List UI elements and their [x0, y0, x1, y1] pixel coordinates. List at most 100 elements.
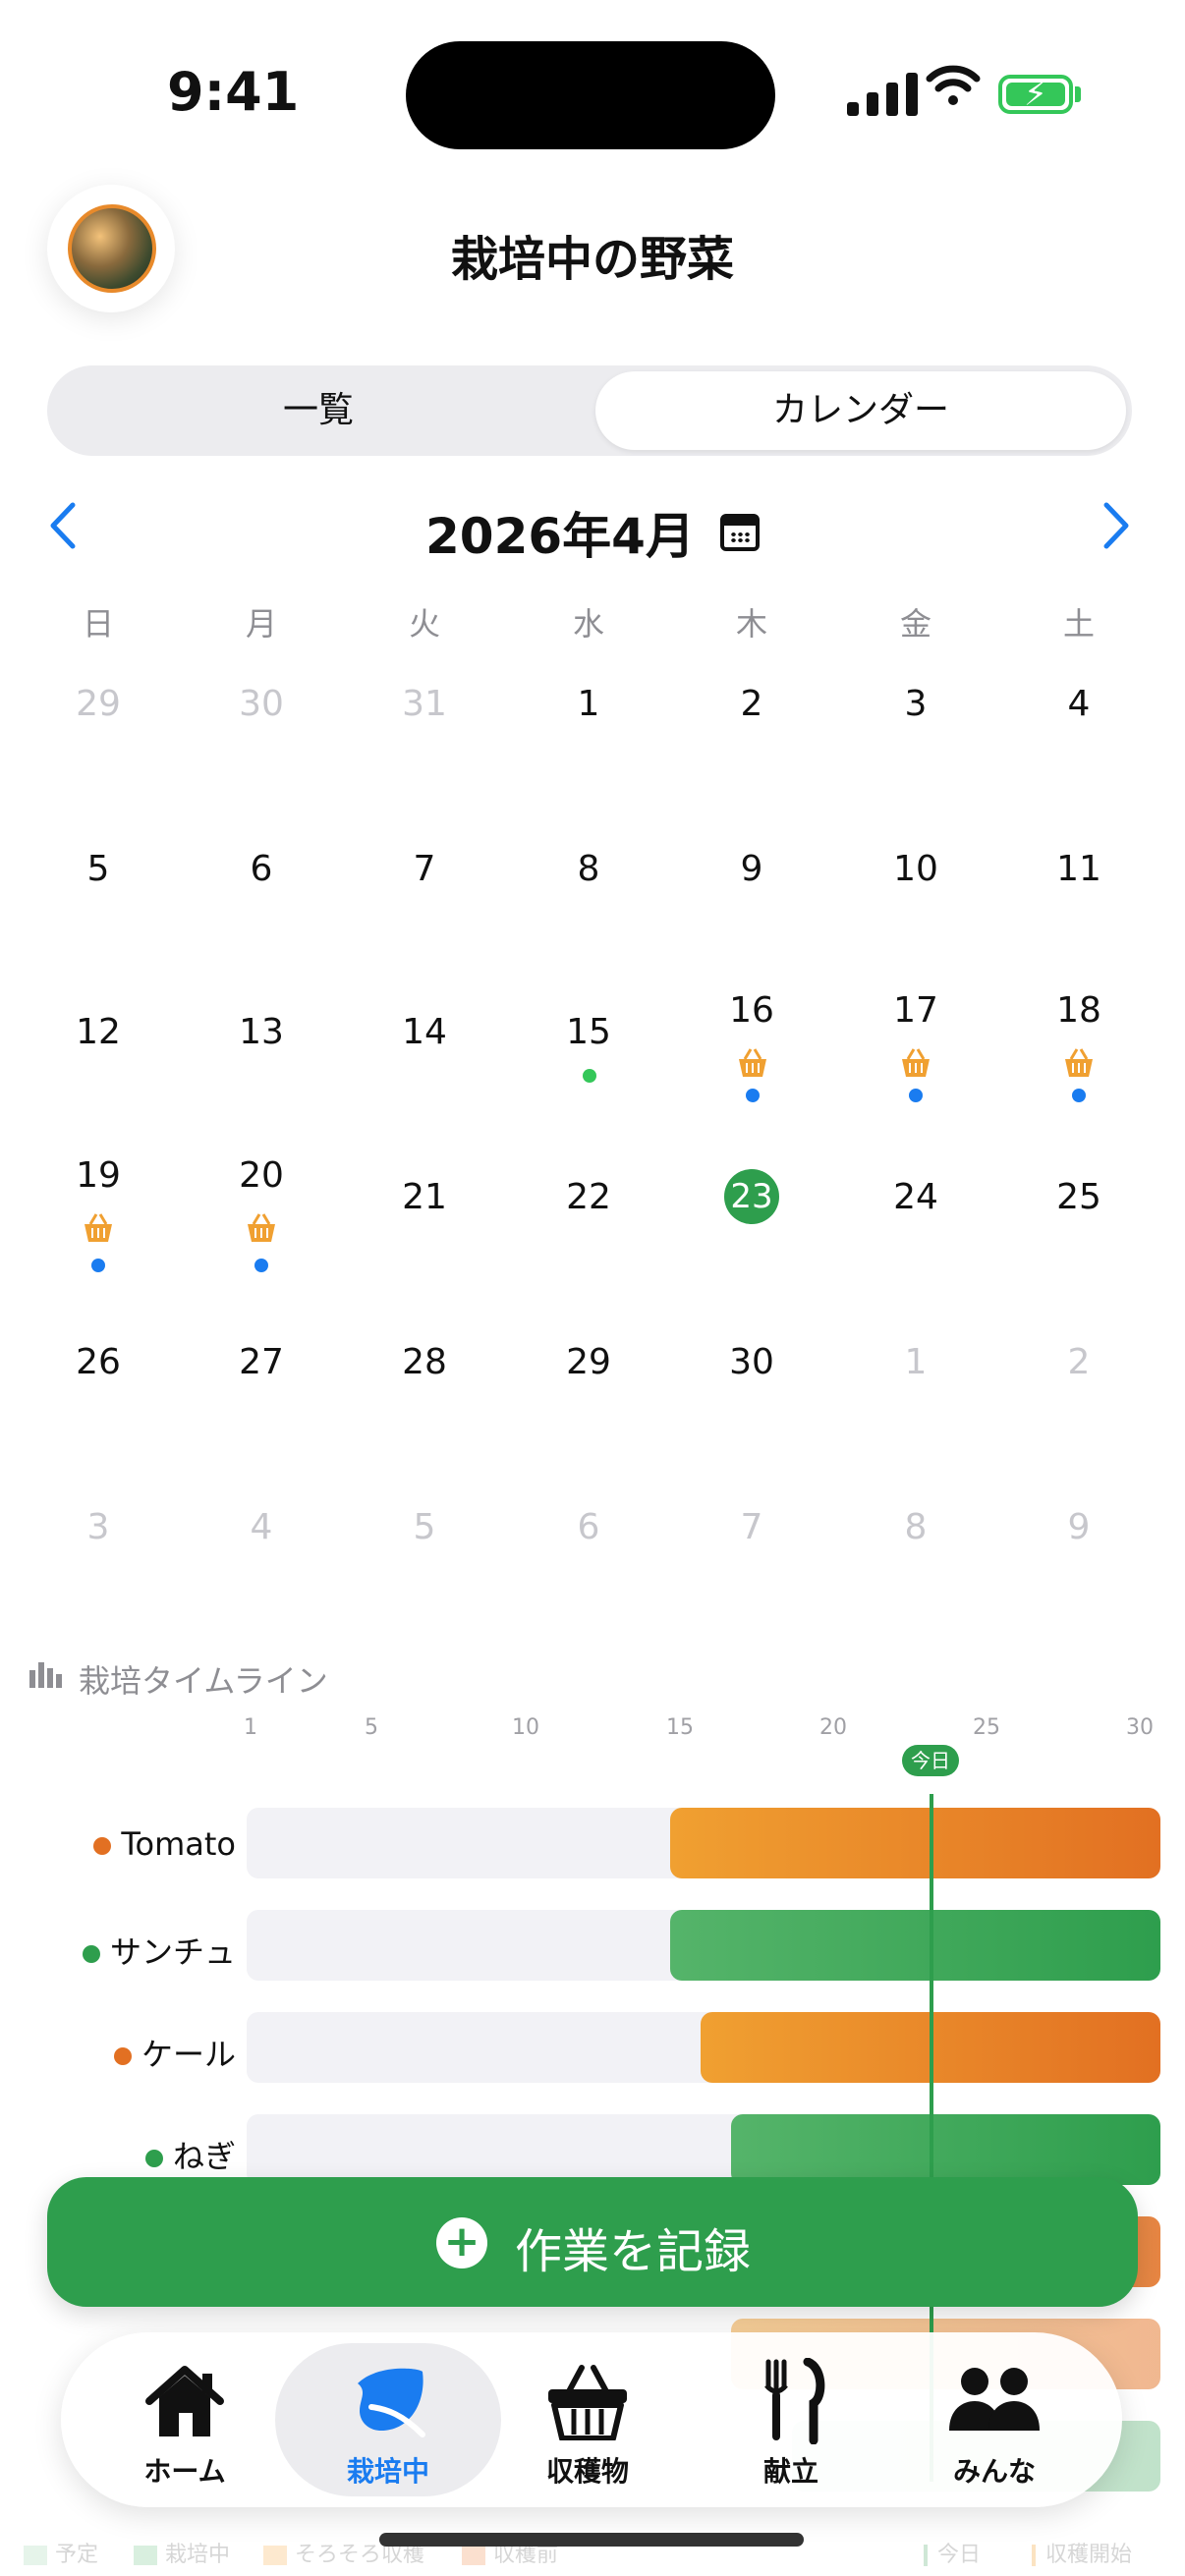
calendar-day[interactable]: 6 — [507, 1507, 670, 1547]
calendar-day[interactable]: 24 — [834, 1177, 997, 1217]
legend-label: 収穫開始 — [1045, 2543, 1133, 2567]
plus-icon: + — [436, 2217, 487, 2268]
calendar-day[interactable]: 2 — [670, 684, 833, 724]
month-header: 2026年4月 — [0, 497, 1185, 568]
calendar-day[interactable]: 12 — [17, 1012, 180, 1052]
axis-tick: 25 — [973, 1715, 1000, 1740]
calendar-day[interactable]: 30 — [670, 1342, 833, 1382]
calendar-day[interactable]: 4 — [180, 1507, 343, 1547]
timeline-row-label[interactable]: ケール — [20, 2030, 236, 2075]
calendar-day[interactable]: 1 — [507, 684, 670, 724]
weekday-sat: 土 — [1062, 605, 1095, 643]
calendar-day[interactable]: 30 — [180, 684, 343, 724]
calendar-day[interactable]: 14 — [343, 1012, 506, 1052]
segment-list[interactable]: 一覧 — [47, 365, 590, 456]
event-dot — [909, 1089, 923, 1102]
calendar-day[interactable]: 26 — [17, 1342, 180, 1382]
calendar-day[interactable]: 10 — [834, 849, 997, 889]
legend-label: 予定 — [55, 2543, 99, 2567]
month-title: 2026年4月 — [425, 508, 695, 565]
timeline-bar[interactable] — [670, 1808, 1160, 1878]
wifi-icon — [926, 65, 981, 105]
weekday-sun: 日 — [82, 605, 114, 643]
calendar-day[interactable]: 29 — [507, 1342, 670, 1382]
calendar-day[interactable]: 25 — [997, 1177, 1160, 1217]
crop-name: Tomato — [121, 1825, 236, 1863]
basket-icon — [548, 2365, 627, 2440]
tab-menu[interactable]: 献立 — [693, 2450, 889, 2490]
calendar-day[interactable]: 7 — [670, 1507, 833, 1547]
calendar-day[interactable]: 15 — [507, 1012, 670, 1052]
dynamic-island — [406, 41, 775, 149]
calendar-day[interactable]: 5 — [343, 1507, 506, 1547]
harvest-basket-icon — [902, 1048, 930, 1077]
cellular-signal-icon — [847, 69, 922, 116]
axis-tick: 5 — [365, 1715, 378, 1740]
leaf-icon — [358, 2368, 425, 2437]
axis-tick: 20 — [819, 1715, 847, 1740]
tab-community[interactable]: みんな — [896, 2450, 1093, 2490]
crop-name: ねぎ — [172, 2138, 236, 2175]
home-indicator[interactable] — [379, 2533, 804, 2547]
timeline-row-label[interactable]: ねぎ — [20, 2132, 236, 2177]
calendar-day[interactable]: 20 — [180, 1155, 343, 1196]
calendar-day[interactable]: 6 — [180, 849, 343, 889]
log-work-label: 作業を記録 — [515, 2224, 752, 2279]
calendar-day[interactable]: 9 — [997, 1507, 1160, 1547]
calendar-day[interactable]: 29 — [17, 684, 180, 724]
tab-harvest[interactable]: 収穫物 — [489, 2450, 686, 2490]
legend-item: 収穫開始 — [1032, 2537, 1132, 2568]
calendar-day[interactable]: 16 — [670, 990, 833, 1031]
status-dot — [93, 1837, 112, 1855]
calendar-day[interactable]: 18 — [997, 990, 1160, 1031]
tab-home[interactable]: ホーム — [86, 2450, 283, 2490]
calendar-day[interactable]: 4 — [997, 684, 1160, 724]
event-dot — [1072, 1089, 1086, 1102]
calendar-day[interactable]: 3 — [834, 684, 997, 724]
legend-item: 予定 — [24, 2537, 98, 2568]
harvest-basket-icon — [248, 1213, 275, 1242]
crop-name: サンチュ — [109, 1933, 236, 1971]
calendar-day[interactable]: 22 — [507, 1177, 670, 1217]
home-icon — [145, 2366, 224, 2436]
calendar-day[interactable]: 2 — [997, 1342, 1160, 1382]
today-badge: 今日 — [902, 1745, 959, 1776]
calendar-day[interactable]: 9 — [670, 849, 833, 889]
next-month-chevron-icon[interactable] — [1100, 499, 1134, 552]
bar-chart-icon — [29, 1662, 62, 1688]
axis-tick: 15 — [666, 1715, 694, 1740]
today-day[interactable]: 23 — [724, 1169, 779, 1224]
calendar-day[interactable]: 7 — [343, 849, 506, 889]
calendar-day[interactable]: 27 — [180, 1342, 343, 1382]
page-title: 栽培中の野菜 — [450, 232, 734, 287]
calendar-picker-icon[interactable] — [719, 514, 760, 551]
calendar-day[interactable]: 8 — [834, 1507, 997, 1547]
calendar-day[interactable]: 21 — [343, 1177, 506, 1217]
calendar-day[interactable]: 31 — [343, 684, 506, 724]
calendar-day[interactable]: 5 — [17, 849, 180, 889]
legend-item: 栽培中 — [134, 2537, 230, 2568]
timeline-bar[interactable] — [670, 1910, 1160, 1981]
calendar-day[interactable]: 11 — [997, 849, 1160, 889]
calendar-day[interactable]: 28 — [343, 1342, 506, 1382]
status-time: 9:41 — [167, 61, 300, 123]
axis-tick: 1 — [244, 1715, 257, 1740]
harvest-basket-icon — [85, 1213, 112, 1242]
crop-name: ケール — [141, 2036, 236, 2073]
timeline-row-label[interactable]: サンチュ — [20, 1928, 236, 1973]
timeline-row-label[interactable]: Tomato — [20, 1825, 236, 1863]
tab-growing[interactable]: 栽培中 — [290, 2450, 486, 2490]
calendar-day[interactable]: 1 — [834, 1342, 997, 1382]
timeline-bar[interactable] — [731, 2114, 1160, 2185]
calendar-day[interactable]: 17 — [834, 990, 997, 1031]
calendar-day[interactable]: 19 — [17, 1155, 180, 1196]
calendar-day[interactable]: 8 — [507, 849, 670, 889]
harvest-basket-icon — [739, 1048, 766, 1077]
status-dot — [144, 2150, 163, 2167]
harvest-basket-icon — [1065, 1048, 1093, 1077]
segment-calendar[interactable]: カレンダー — [595, 371, 1126, 450]
calendar-day[interactable]: 13 — [180, 1012, 343, 1052]
event-dot — [91, 1259, 105, 1272]
status-dot — [82, 1945, 100, 1963]
calendar-day[interactable]: 3 — [17, 1507, 180, 1547]
